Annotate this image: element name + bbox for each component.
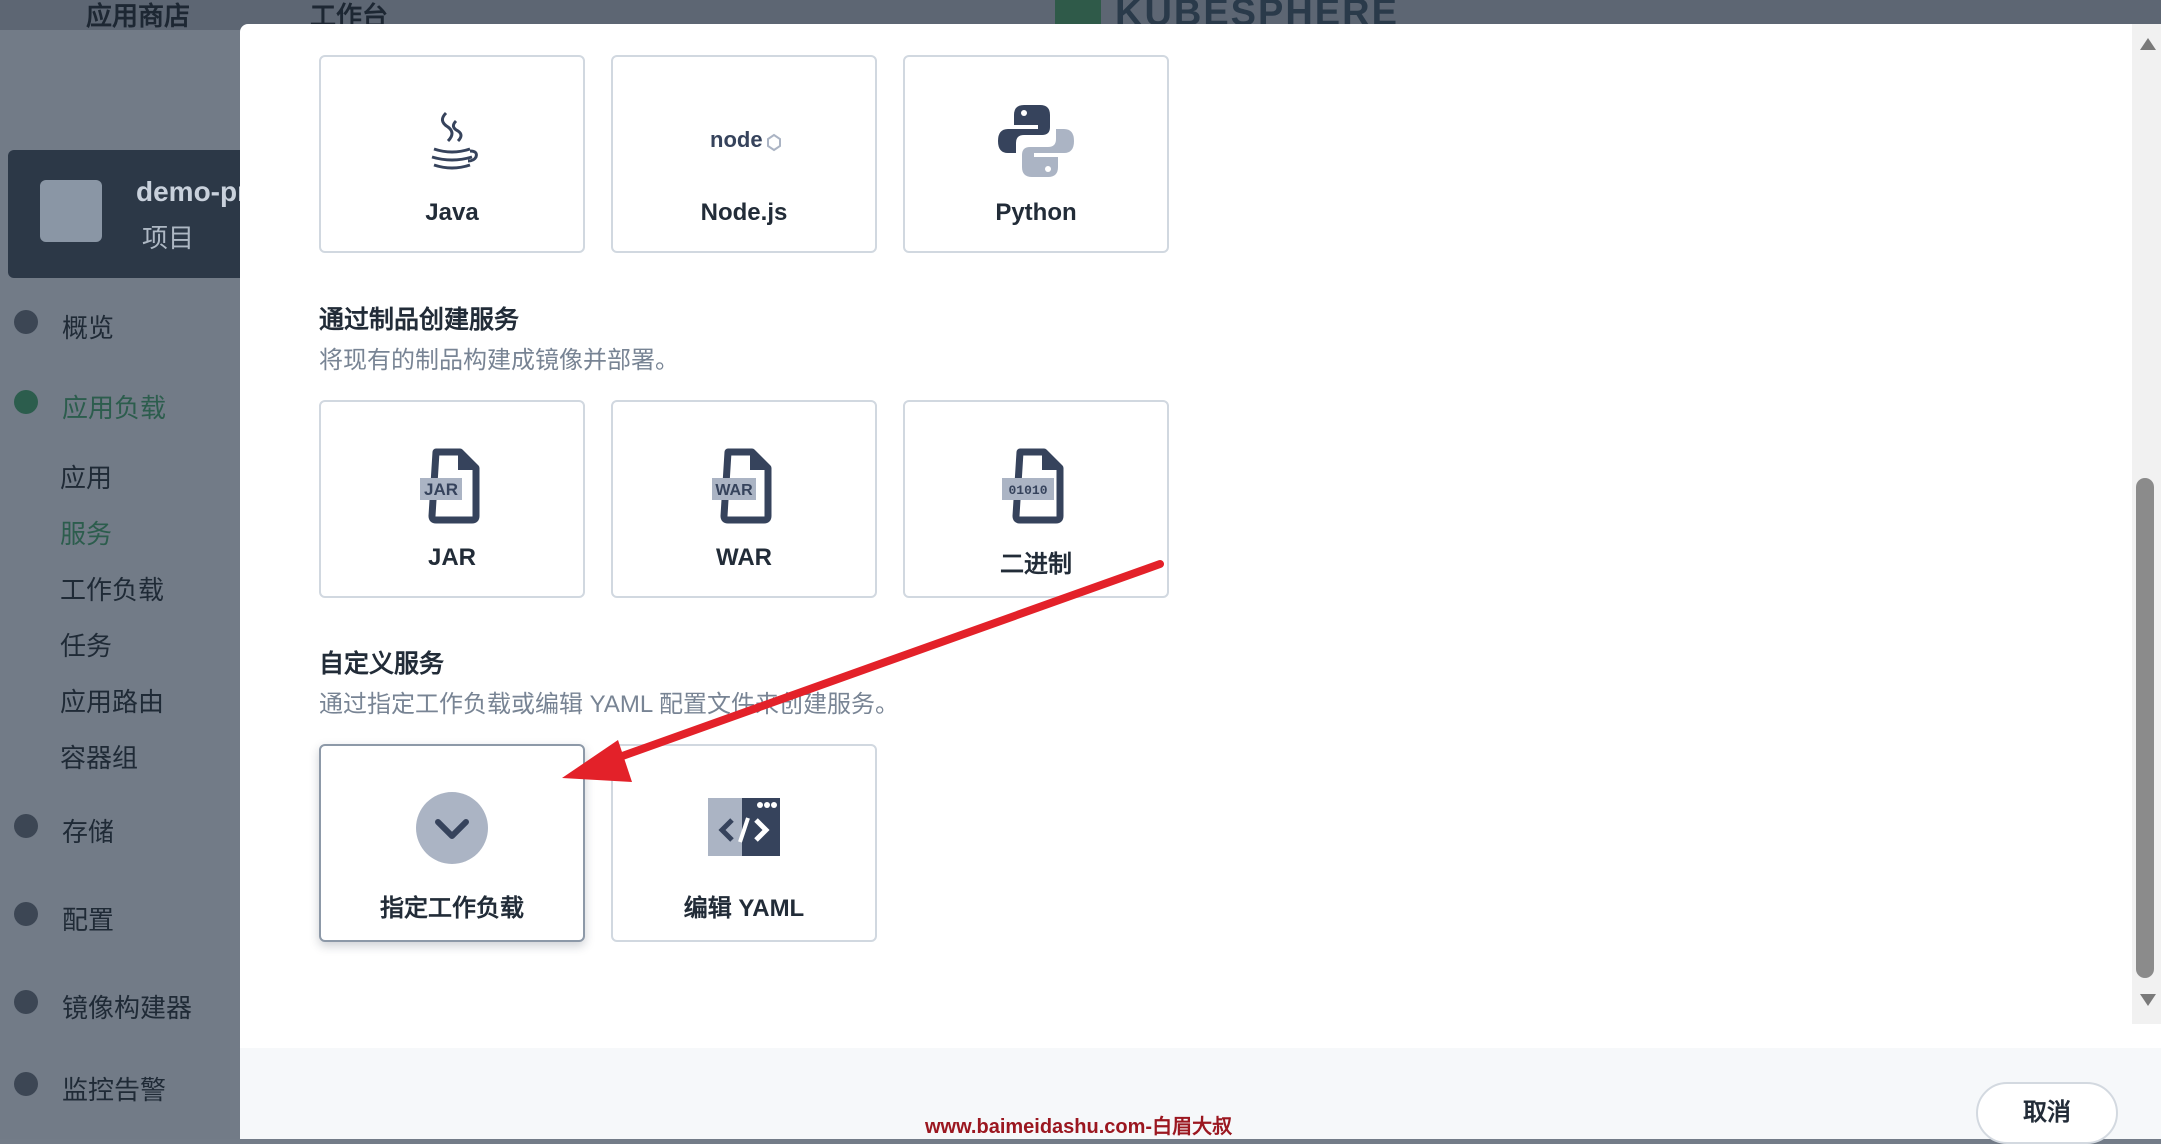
check-circle-icon	[416, 792, 488, 864]
specify-workload-label: 指定工作负载	[380, 895, 524, 922]
war-file-icon: WAR	[712, 448, 772, 524]
overview-icon	[14, 310, 38, 334]
war-card[interactable]: WAR WAR	[611, 400, 877, 598]
war-label: WAR	[716, 544, 772, 571]
create-service-modal: Java node Node.js Python 通过制品创建服务 将现有的制品…	[240, 24, 2161, 1144]
java-card[interactable]: Java	[319, 55, 585, 253]
svg-text:JAR: JAR	[424, 480, 458, 499]
hammer-icon	[14, 902, 38, 926]
app-store-link: 应用商店	[86, 1, 191, 31]
jar-file-icon: JAR	[420, 448, 480, 524]
nodejs-icon: node	[710, 127, 781, 152]
artifact-section-description: 将现有的制品构建成镜像并部署。	[319, 347, 679, 374]
edit-yaml-card[interactable]: 编辑 YAML	[611, 744, 877, 942]
watermark-text: www.baimeidashu.com-白眉大叔	[925, 1116, 1233, 1138]
java-label: Java	[425, 199, 479, 226]
python-label: Python	[995, 199, 1077, 226]
binary-card[interactable]: 01010 二进制	[903, 400, 1169, 598]
svg-text:node: node	[710, 127, 763, 152]
python-icon	[998, 105, 1074, 177]
project-name: demo-pr	[136, 176, 248, 207]
binary-label: 二进制	[1000, 551, 1072, 578]
layers-icon	[14, 390, 38, 414]
database-icon	[14, 814, 38, 838]
scroll-down-arrow-icon[interactable]	[2140, 994, 2156, 1006]
java-icon	[431, 111, 478, 170]
jar-card[interactable]: JAR JAR	[319, 400, 585, 598]
artifact-section-title: 通过制品创建服务	[319, 306, 520, 334]
nodejs-label: Node.js	[700, 199, 788, 226]
svg-text:01010: 01010	[1008, 483, 1047, 498]
scroll-thumb[interactable]	[2136, 478, 2154, 978]
nodejs-card[interactable]: node Node.js	[611, 55, 877, 253]
code-editor-icon	[708, 798, 780, 856]
specify-workload-card[interactable]: 指定工作负载	[319, 744, 585, 942]
background-sidebar: demo-pr 项目 概览 应用负载 应用 服务 工作负载 任务 应用路由 容器…	[0, 30, 248, 1139]
image-icon	[14, 990, 38, 1014]
jar-label: JAR	[427, 544, 476, 571]
project-icon	[40, 180, 102, 242]
scroll-up-arrow-icon[interactable]	[2140, 38, 2156, 50]
modal-footer: www.baimeidashu.com-白眉大叔 取消	[240, 1048, 2161, 1144]
custom-section-description: 通过指定工作负载或编辑 YAML 配置文件来创建服务。	[319, 691, 900, 718]
modal-scrollbar[interactable]	[2132, 24, 2161, 1024]
python-card[interactable]: Python	[903, 55, 1169, 253]
project-card: demo-pr 项目	[8, 150, 248, 278]
binary-file-icon: 01010	[1002, 448, 1064, 524]
pulse-icon	[14, 1072, 38, 1096]
edit-yaml-label: 编辑 YAML	[683, 895, 805, 922]
project-type: 项目	[142, 223, 195, 253]
cancel-button[interactable]: 取消	[1976, 1082, 2118, 1144]
svg-text:WAR: WAR	[715, 482, 753, 499]
custom-section-title: 自定义服务	[319, 650, 445, 678]
